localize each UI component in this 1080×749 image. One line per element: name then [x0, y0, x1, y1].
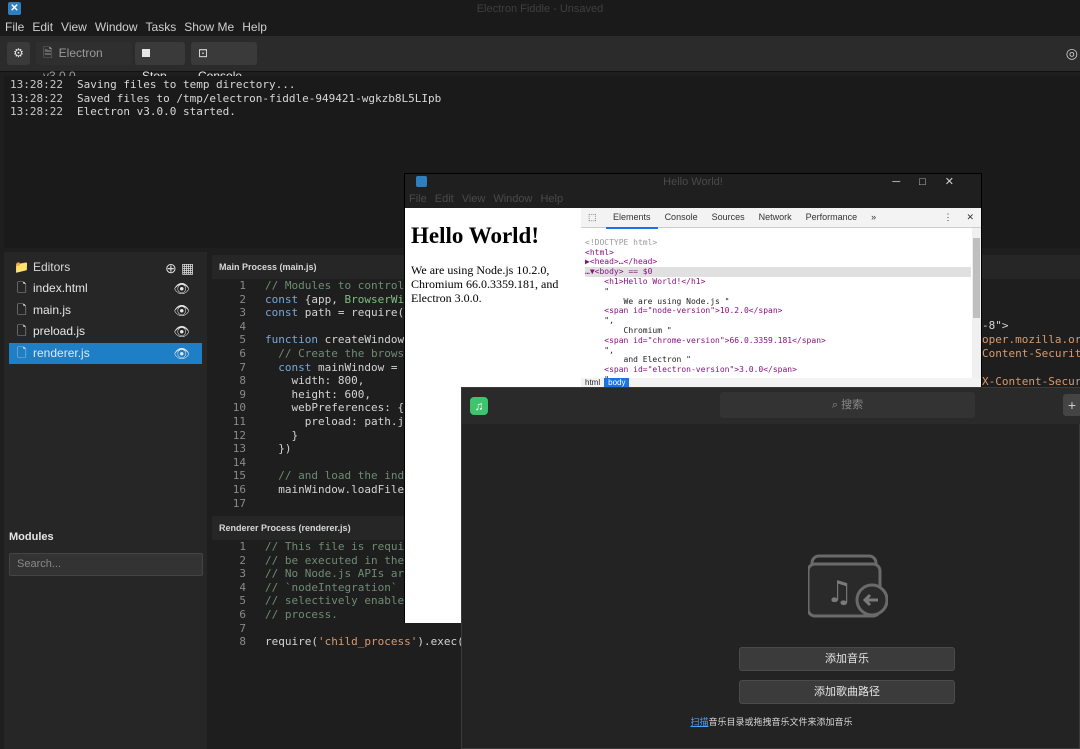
- dom-node[interactable]: <html>: [585, 248, 971, 258]
- dom-node[interactable]: We are using Node.js ": [585, 297, 971, 307]
- version-selector[interactable]: 🗎Electron v3.0.0: [36, 42, 132, 83]
- tab-performance[interactable]: Performance: [799, 208, 865, 227]
- github-icon[interactable]: ◎: [1066, 45, 1078, 62]
- sidebar-item-preload-js[interactable]: 🗋 preload.js 👁: [9, 321, 202, 342]
- code-snippet: Content-Security-: [982, 347, 1080, 360]
- tab-network[interactable]: Network: [752, 208, 799, 227]
- modules-search-input[interactable]: Search...: [9, 553, 203, 576]
- menu-file[interactable]: File: [405, 191, 431, 207]
- page-text: We are using Node.js 10.2.0, Chromium 66.…: [411, 263, 559, 305]
- music-folder-icon: ♫: [808, 554, 888, 618]
- dom-node[interactable]: <span id="chrome-version">66.0.3359.181<…: [585, 336, 971, 346]
- menu-help[interactable]: Help: [238, 18, 271, 36]
- close-icon[interactable]: ✕: [959, 208, 981, 227]
- music-hint: 扫描音乐目录或拖拽音乐文件来添加音乐: [690, 717, 853, 727]
- add-song-path-button[interactable]: 添加歌曲路径: [739, 680, 955, 704]
- layout-grid-icon[interactable]: ▦: [181, 260, 194, 277]
- console-line: 13:28:22 Saved files to /tmp/electron-fid…: [10, 91, 442, 105]
- app-menubar: File Edit View Window Tasks Show Me Help: [0, 18, 1080, 36]
- page-heading: Hello World!: [411, 223, 539, 248]
- code-snippet: -8">: [982, 319, 1009, 332]
- modules-label: Modules: [9, 531, 54, 543]
- gear-icon: ⚙: [13, 46, 24, 60]
- tab-console[interactable]: Console: [658, 208, 705, 227]
- file-icon: 🗋: [17, 303, 27, 317]
- menu-edit[interactable]: Edit: [28, 18, 57, 36]
- sidebar-item-renderer-js[interactable]: 🗋 renderer.js 👁: [9, 343, 202, 364]
- menu-dots-icon[interactable]: ⋮: [936, 208, 959, 227]
- dom-node[interactable]: <span id="electron-version">3.0.0</span>: [585, 365, 971, 375]
- dom-node[interactable]: <h1>Hello World!</h1>: [585, 277, 971, 287]
- eye-icon[interactable]: 👁: [173, 300, 190, 321]
- svg-text:♫: ♫: [826, 575, 853, 610]
- window-controls[interactable]: ─□✕: [892, 175, 973, 188]
- toolbar: ⚙ 🗎Electron v3.0.0 Stop ⊡Console ◎: [0, 36, 1080, 83]
- music-search-input[interactable]: ⌕ 搜索: [720, 392, 975, 418]
- dom-node[interactable]: ",: [585, 346, 971, 356]
- menu-tasks[interactable]: Tasks: [142, 18, 181, 36]
- file-icon: 🗎: [43, 46, 53, 60]
- music-topbar: ♫ ⌕ 搜索 +: [462, 388, 1080, 424]
- stop-icon: [142, 49, 150, 57]
- sidebar: 📁 Editors ⊕ ▦ 🗋 index.html 👁 🗋 main.js 👁 🗋 pre…: [4, 252, 207, 749]
- console-line: 13:28:22 Saving files to temp directory..…: [10, 78, 296, 91]
- add-editor-icon[interactable]: ⊕: [165, 260, 177, 277]
- menu-edit[interactable]: Edit: [431, 191, 458, 207]
- dom-node[interactable]: <span id="node-version">10.2.0</span>: [585, 306, 971, 316]
- stop-button[interactable]: Stop: [135, 42, 185, 83]
- dom-node[interactable]: <!DOCTYPE html>: [585, 238, 971, 248]
- elements-tree: <!DOCTYPE html> <html> ▶<head>…</head> …▼<b…: [581, 228, 971, 379]
- add-icon[interactable]: +: [1063, 394, 1080, 416]
- console-line: 13:28:22 Electron v3.0.0 started.: [10, 105, 236, 118]
- sidebar-item-main-js[interactable]: 🗋 main.js 👁: [9, 300, 202, 321]
- tab-elements[interactable]: Elements: [606, 208, 658, 229]
- dom-node-selected[interactable]: …▼<body> == $0: [585, 267, 971, 277]
- music-logo-icon: ♫: [470, 397, 488, 415]
- sidebar-item-index-html[interactable]: 🗋 index.html 👁: [9, 278, 202, 299]
- hello-window-titlebar: Hello World! ─□✕: [405, 174, 981, 191]
- devtools-panel: ⬚ Elements Console Sources Network Performan…: [581, 208, 981, 388]
- console-button[interactable]: ⊡Console: [191, 42, 257, 83]
- menu-file[interactable]: File: [0, 18, 28, 36]
- add-music-button[interactable]: 添加音乐: [739, 647, 955, 671]
- folder-icon: 📁: [14, 260, 29, 274]
- file-icon: 🗋: [17, 346, 27, 360]
- dom-node[interactable]: Chromium ": [585, 326, 971, 336]
- hello-window-menubar: File Edit View Window Help: [405, 191, 981, 208]
- devtools-tabs: ⬚ Elements Console Sources Network Performan…: [581, 208, 981, 229]
- dom-node[interactable]: and Electron ": [585, 355, 971, 365]
- menu-help[interactable]: Help: [536, 191, 567, 207]
- scan-link[interactable]: 扫描: [690, 717, 708, 727]
- search-icon: ⌕: [831, 399, 842, 411]
- file-icon: 🗋: [17, 281, 27, 295]
- menu-show-me[interactable]: Show Me: [180, 18, 238, 36]
- menu-window[interactable]: Window: [489, 191, 536, 207]
- window-title: Electron Fiddle - Unsaved: [476, 3, 604, 15]
- tab-sources[interactable]: Sources: [705, 208, 752, 227]
- file-icon: 🗋: [17, 324, 27, 338]
- eye-icon[interactable]: 👁: [173, 321, 190, 342]
- code-snippet: oper.mozilla.org: [982, 333, 1080, 346]
- dom-node[interactable]: ": [585, 287, 971, 297]
- menu-view[interactable]: View: [57, 18, 91, 36]
- music-app-window: ♫ ⌕ 搜索 + ♫ 添加音乐 添加歌曲路径 扫描音乐目录或拖拽音乐文件来添加音…: [461, 387, 1080, 749]
- devtools-scrollbar[interactable]: [972, 228, 981, 379]
- settings-button[interactable]: ⚙: [7, 42, 30, 65]
- dom-node[interactable]: ",: [585, 316, 971, 326]
- eye-icon[interactable]: 👁: [173, 278, 190, 299]
- eye-icon[interactable]: 👁: [173, 343, 190, 364]
- menu-window[interactable]: Window: [91, 18, 142, 36]
- dom-node[interactable]: ▶<head>…</head>: [585, 257, 971, 267]
- more-tabs-button[interactable]: »: [864, 208, 883, 227]
- inspect-icon[interactable]: ⬚: [581, 208, 604, 227]
- app-titlebar: ✕ Electron Fiddle - Unsaved: [0, 0, 1080, 18]
- crumb-html[interactable]: html: [581, 378, 604, 387]
- terminal-icon: ⊡: [198, 46, 209, 60]
- menu-view[interactable]: View: [458, 191, 490, 207]
- crumb-body[interactable]: body: [604, 378, 630, 387]
